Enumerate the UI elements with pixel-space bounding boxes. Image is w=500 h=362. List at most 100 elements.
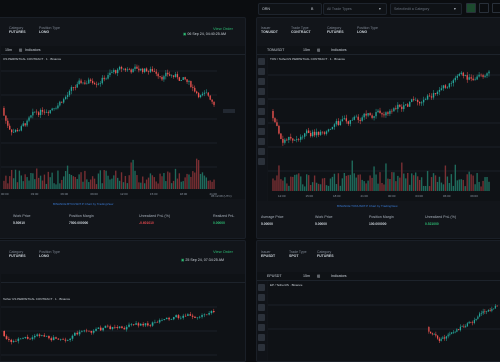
volume-bar <box>136 175 138 189</box>
view-order-link[interactable]: View Order <box>213 249 233 254</box>
pattern-icon[interactable] <box>258 334 265 341</box>
volume-bar <box>126 183 128 189</box>
volume-bar <box>426 170 429 191</box>
trendline-icon[interactable] <box>258 294 265 301</box>
metric-label: Unrealized PnL (%) <box>425 215 457 219</box>
category-value: FUTURES <box>9 30 26 34</box>
volume-bar <box>325 185 328 191</box>
volume-bar <box>203 175 206 189</box>
candle-body <box>161 319 163 321</box>
lock-icon[interactable] <box>258 148 265 155</box>
candle-body <box>155 71 157 74</box>
volume-bar <box>391 172 393 191</box>
candle-body <box>450 83 453 84</box>
fullscreen-icon[interactable] <box>492 3 500 13</box>
volume-bar <box>196 158 198 189</box>
volume-bar <box>143 183 146 189</box>
indicators-button[interactable]: Indicators <box>331 274 347 278</box>
candle-body <box>280 133 282 139</box>
candle-body <box>436 91 439 94</box>
trade-type-select[interactable]: All Trade Types ▾ <box>323 3 387 15</box>
volume-bar <box>153 177 155 189</box>
symbol-select[interactable]: ORN B <box>258 3 322 15</box>
volume-bar <box>373 166 375 191</box>
position-card-bottom-right: Issuer EPUSDT Trade Type SPOT Category F… <box>256 240 500 362</box>
category-field: Category FUTURES <box>317 250 334 258</box>
tradingview-attribution[interactable]: BINANCE:BTCUSDT.P Chart by TradingView <box>53 202 113 206</box>
volume-bar <box>124 175 127 189</box>
price-chart[interactable]: EP / TetherUS · Binance <box>268 281 500 361</box>
candle-body <box>431 333 433 335</box>
fib-icon[interactable] <box>258 78 265 85</box>
candle-body <box>125 326 128 330</box>
volume-bar <box>34 179 36 189</box>
price-chart[interactable]: TON / TetherUS PERPETUAL CONTRACT · 1 · … <box>268 55 500 201</box>
indicators-button[interactable]: Indicators <box>25 48 41 52</box>
candle-body <box>294 139 296 141</box>
symbol-search[interactable]: TONUSDT <box>267 48 284 52</box>
text-icon[interactable] <box>258 98 265 105</box>
trash-icon[interactable] <box>258 158 265 165</box>
volume-bar <box>282 180 284 191</box>
candle-type-icon[interactable]: ▥ <box>317 48 320 52</box>
cursor-icon[interactable] <box>258 58 265 65</box>
grid-view-icon[interactable] <box>466 3 476 13</box>
candle-body <box>88 330 90 332</box>
candle-body <box>144 323 147 326</box>
volume-bar <box>192 171 194 189</box>
cursor-icon[interactable] <box>258 284 265 291</box>
candle-body <box>480 74 482 76</box>
top-filter-bar: ORN B All Trade Types ▾ Select/edit a Ca… <box>0 0 500 16</box>
timeframe-selector[interactable]: 15m <box>303 274 310 278</box>
measure-icon[interactable] <box>258 118 265 125</box>
candle-body <box>387 112 389 114</box>
category-select[interactable]: Select/edit a Category ▾ <box>390 3 462 15</box>
position-type-value: LONG <box>357 30 368 34</box>
volume-bar <box>70 174 73 189</box>
candle-body <box>371 115 373 118</box>
candle-body <box>381 113 383 115</box>
view-order-link[interactable]: View Order <box>213 26 233 31</box>
price-chart[interactable]: Tether US PERPETUAL CONTRACT · 1 · Binan… <box>1 283 245 361</box>
volume-bar <box>305 174 308 191</box>
volume-bar <box>51 172 53 189</box>
volume-bar <box>480 186 482 191</box>
candle-body <box>465 326 467 328</box>
candle-body <box>78 80 80 85</box>
volume-bar <box>88 182 90 189</box>
tradingview-attribution[interactable]: BINANCE:TONUSDT.P Chart by TradingView <box>337 204 398 208</box>
candle-body <box>36 334 38 336</box>
candle-type-icon[interactable]: ▥ <box>317 274 320 278</box>
volume-bar <box>438 176 441 191</box>
candle-body <box>205 314 208 316</box>
zoom-icon[interactable] <box>258 128 265 135</box>
volume-bar <box>182 181 184 189</box>
candle-body <box>313 131 316 136</box>
brush-icon[interactable] <box>258 88 265 95</box>
candle-body <box>180 79 182 81</box>
price-chart[interactable]: OS PERPETUAL CONTRACT · 1 · Binance 00:0… <box>1 55 245 199</box>
text-icon[interactable] <box>258 324 265 331</box>
candle-body <box>124 68 127 71</box>
fib-icon[interactable] <box>258 304 265 311</box>
timeframe-selector[interactable]: 15m <box>5 48 12 52</box>
candle-body <box>395 108 397 109</box>
magnet-icon[interactable] <box>258 138 265 145</box>
pattern-icon[interactable] <box>258 108 265 115</box>
volume-bar <box>14 169 17 189</box>
list-view-icon[interactable] <box>479 3 489 13</box>
indicators-button[interactable]: Indicators <box>331 48 347 52</box>
brush-icon[interactable] <box>258 314 265 321</box>
trendline-icon[interactable] <box>258 68 265 75</box>
candle-body <box>84 82 86 84</box>
timeframe-selector[interactable]: 15m <box>303 48 310 52</box>
candle-body <box>52 337 55 341</box>
volume-bar <box>355 177 357 191</box>
candle-body <box>331 126 334 130</box>
candle-type-icon[interactable]: ▥ <box>19 48 22 52</box>
candle-body <box>33 335 36 338</box>
candle-body <box>95 84 98 85</box>
candle-body <box>149 68 152 72</box>
candle-body <box>17 338 20 342</box>
symbol-search[interactable]: EPUSDT <box>267 274 282 278</box>
